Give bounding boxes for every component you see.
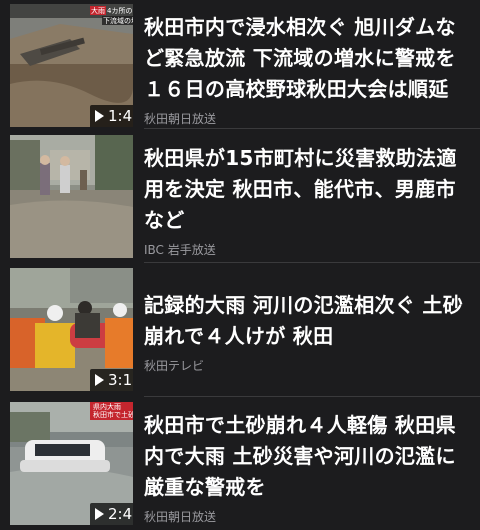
video-duration-badge: 3:15	[90, 369, 133, 391]
video-duration-badge: 2:41	[90, 503, 133, 525]
video-duration-badge: 1:46	[90, 105, 133, 127]
news-item-text[interactable]: 記録的大雨 河川の氾濫相次ぐ 土砂崩れで４人けが 秋田 秋田テレビ	[144, 290, 474, 374]
news-item[interactable]: 3:15 記録的大雨 河川の氾濫相次ぐ 土砂崩れで４人けが 秋田 秋田テレビ	[0, 268, 480, 398]
news-feed: 大雨 4カ所の 下流域の増 1:46 秋田市内で浸水相次ぐ 旭川ダムなど緊急放流…	[0, 0, 480, 530]
divider	[144, 262, 480, 263]
video-thumbnail[interactable]	[10, 135, 133, 258]
thumbnail-caption: 県内大雨	[93, 403, 121, 411]
news-source: 秋田朝日放送	[144, 112, 217, 126]
divider	[144, 396, 480, 397]
thumbnail-caption: 秋田市で土砂	[93, 411, 133, 419]
news-headline[interactable]: 秋田市内で浸水相次ぐ 旭川ダムなど緊急放流 下流域の増水に警戒を １６日の高校野…	[144, 12, 474, 105]
news-headline[interactable]: 秋田市で土砂崩れ４人軽傷 秋田県内で大雨 土砂災害や河川の氾濫に厳重な警戒を	[144, 410, 474, 503]
video-duration: 3:15	[108, 371, 133, 389]
play-icon	[95, 374, 104, 386]
video-thumbnail[interactable]: 県内大雨 秋田市で土砂 2:41	[10, 402, 133, 525]
thumbnail-image	[10, 135, 133, 258]
news-headline[interactable]: 記録的大雨 河川の氾濫相次ぐ 土砂崩れで４人けが 秋田	[144, 290, 474, 352]
news-item-text[interactable]: 秋田市で土砂崩れ４人軽傷 秋田県内で大雨 土砂災害や河川の氾濫に厳重な警戒を 秋…	[144, 410, 474, 525]
video-duration: 2:41	[108, 505, 133, 523]
news-item-text[interactable]: 秋田県が15市町村に災害救助法適用を決定 秋田市、能代市、男鹿市など IBC 岩…	[144, 143, 474, 258]
news-item-text[interactable]: 秋田市内で浸水相次ぐ 旭川ダムなど緊急放流 下流域の増水に警戒を １６日の高校野…	[144, 12, 474, 127]
news-source: 秋田朝日放送	[144, 510, 217, 524]
video-thumbnail[interactable]: 大雨 4カ所の 下流域の増 1:46	[10, 4, 133, 127]
news-source: 秋田テレビ	[144, 359, 205, 373]
thumbnail-caption: 大雨	[91, 7, 105, 15]
news-headline[interactable]: 秋田県が15市町村に災害救助法適用を決定 秋田市、能代市、男鹿市など	[144, 143, 474, 236]
video-duration: 1:46	[108, 107, 133, 125]
video-thumbnail[interactable]: 3:15	[10, 268, 133, 391]
thumbnail-caption: 4カ所の	[107, 7, 133, 15]
news-item[interactable]: 県内大雨 秋田市で土砂 2:41 秋田市で土砂崩れ４人軽傷 秋田県内で大雨 土砂…	[0, 402, 480, 530]
play-icon	[95, 110, 104, 122]
news-item[interactable]: 大雨 4カ所の 下流域の増 1:46 秋田市内で浸水相次ぐ 旭川ダムなど緊急放流…	[0, 4, 480, 134]
play-icon	[95, 508, 104, 520]
divider	[144, 128, 480, 129]
news-item[interactable]: 秋田県が15市町村に災害救助法適用を決定 秋田市、能代市、男鹿市など IBC 岩…	[0, 135, 480, 265]
thumbnail-caption: 下流域の増	[103, 17, 133, 25]
news-source: IBC 岩手放送	[144, 243, 216, 257]
